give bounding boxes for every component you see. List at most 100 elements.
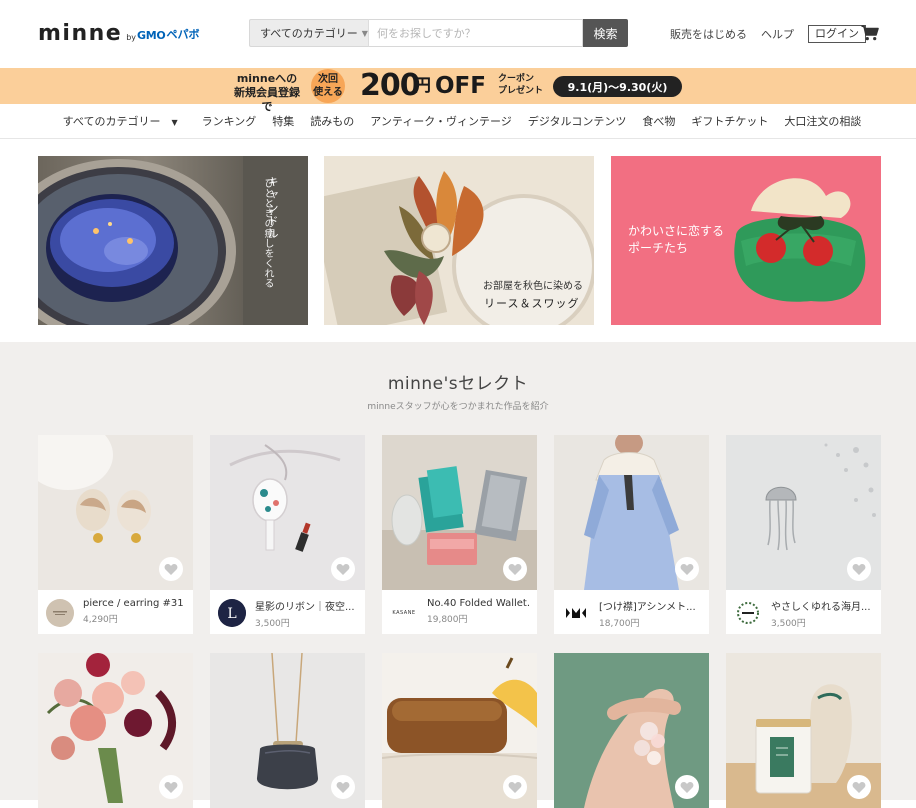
nav-all-categories[interactable]: すべてのカテゴリー ▼: [55, 113, 186, 129]
product-card[interactable]: [554, 653, 709, 808]
favorite-button[interactable]: [503, 775, 527, 799]
favorite-button[interactable]: [847, 557, 871, 581]
promo-period-badge: 9.1(月)〜9.30(火): [553, 76, 682, 97]
product-info: pierce / earring #31 ... 4,290円: [38, 590, 193, 634]
heart-icon: [164, 563, 178, 575]
kasane-logo: KASANE: [392, 610, 416, 616]
product-info: L 星影のリボン｜夜空... 3,500円: [210, 590, 365, 634]
logo-text: minne: [38, 21, 123, 46]
product-price: 3,500円: [771, 619, 806, 629]
favorite-button[interactable]: [503, 557, 527, 581]
nav-food[interactable]: 食べ物: [642, 113, 675, 129]
product-info: [つけ襟]アシンメト... 18,700円: [554, 590, 709, 634]
help-link[interactable]: ヘルプ: [761, 26, 794, 42]
product-image[interactable]: [382, 435, 537, 590]
favorite-button[interactable]: [331, 775, 355, 799]
search-button[interactable]: 検索: [583, 19, 628, 47]
nav-digital-content[interactable]: デジタルコンテンツ: [528, 113, 627, 129]
product-card[interactable]: [210, 653, 365, 808]
heart-icon: [164, 781, 178, 793]
product-name[interactable]: やさしくゆれる海月...: [771, 598, 873, 613]
nav-bulk-order[interactable]: 大口注文の相談: [784, 113, 861, 129]
pouch-caption-line2: ポーチたち: [628, 241, 689, 255]
product-info: KASANE No.40 Folded Wallet... 19,800円: [382, 590, 537, 634]
favorite-button[interactable]: [675, 557, 699, 581]
shop-avatar[interactable]: KASANE: [390, 599, 418, 627]
candle-caption-main: キャンドル: [266, 176, 279, 241]
product-card[interactable]: [726, 653, 881, 808]
heart-icon: [508, 781, 522, 793]
product-image[interactable]: [554, 653, 709, 808]
favorite-button[interactable]: [159, 775, 183, 799]
heart-icon: [680, 781, 694, 793]
logo-by: by: [126, 33, 137, 42]
heart-icon: [852, 563, 866, 575]
feature-banner-pouch[interactable]: かわいさに恋する ポーチたち: [611, 156, 881, 325]
shop-avatar[interactable]: L: [218, 599, 246, 627]
feature-banner-wreath[interactable]: お部屋を秋色に染める リース＆スワッグ: [324, 156, 594, 325]
shop-avatar[interactable]: [46, 599, 74, 627]
svg-text:L: L: [227, 606, 236, 622]
product-image[interactable]: [210, 435, 365, 590]
nav-antique-vintage[interactable]: アンティーク・ヴィンテージ: [370, 113, 511, 129]
favorite-button[interactable]: [159, 557, 183, 581]
product-price: 3,500円: [255, 619, 290, 629]
logo-pepabo: ペパボ: [166, 28, 200, 41]
product-image[interactable]: [38, 653, 193, 808]
product-name[interactable]: 星影のリボン｜夜空...: [255, 598, 357, 613]
nav-articles[interactable]: 読みもの: [310, 113, 354, 129]
cart-icon[interactable]: [861, 25, 879, 41]
promo-line1: minneへの: [236, 72, 298, 85]
minnes-select-section: minne'sセレクト minneスタッフが心をつかまれた作品を紹介 pierc…: [0, 342, 916, 808]
shop-avatar[interactable]: [562, 599, 590, 627]
product-image[interactable]: [210, 653, 365, 808]
promo-yen: 円: [414, 76, 431, 96]
product-card[interactable]: [38, 653, 193, 808]
nav-all-categories-label: すべてのカテゴリー: [62, 115, 161, 128]
nav-features[interactable]: 特集: [272, 113, 294, 129]
wreath-caption-small: お部屋を秋色に染める: [483, 281, 583, 292]
feature-banners: ひとときの癒しをくれる キャンドル お部屋を秋色に染める リース＆スワッグ かわ…: [38, 156, 882, 325]
heart-icon: [852, 781, 866, 793]
product-name[interactable]: No.40 Folded Wallet...: [427, 598, 529, 609]
product-card[interactable]: [382, 653, 537, 808]
start-selling-link[interactable]: 販売をはじめる: [670, 26, 747, 42]
promo-amount: 200: [360, 68, 421, 103]
product-name[interactable]: [つけ襟]アシンメト...: [599, 598, 701, 613]
search-input[interactable]: [368, 19, 583, 47]
favorite-button[interactable]: [847, 775, 871, 799]
nav-ranking[interactable]: ランキング: [202, 113, 257, 129]
logo-gmo: GMO: [137, 29, 166, 42]
product-image[interactable]: [38, 435, 193, 590]
promo-coupon-label: クーポン プレゼント: [498, 73, 543, 97]
product-name[interactable]: pierce / earring #31 ...: [83, 598, 185, 609]
nav-gift-ticket[interactable]: ギフトチケット: [691, 113, 768, 129]
product-image[interactable]: [382, 653, 537, 808]
pouch-caption-line1: かわいさに恋する: [628, 224, 725, 238]
pouch-caption: かわいさに恋する ポーチたち: [628, 223, 724, 257]
promo-banner[interactable]: minneへの 新規会員登録で 次回 使える 200 円 OFF クーポン プレ…: [0, 68, 916, 113]
promo-circle-line2: 使える: [313, 87, 343, 98]
product-card[interactable]: pierce / earring #31 ... 4,290円: [38, 435, 193, 634]
search-category-label: すべてのカテゴリー: [260, 27, 358, 40]
product-price: 18,700円: [599, 619, 640, 629]
product-image[interactable]: [554, 435, 709, 590]
product-image[interactable]: [726, 653, 881, 808]
product-image[interactable]: [726, 435, 881, 590]
promo-coupon-line2: プレゼント: [498, 86, 544, 96]
product-card[interactable]: L 星影のリボン｜夜空... 3,500円: [210, 435, 365, 634]
favorite-button[interactable]: [331, 557, 355, 581]
heart-icon: [508, 563, 522, 575]
favorite-button[interactable]: [675, 775, 699, 799]
product-card[interactable]: KASANE No.40 Folded Wallet... 19,800円: [382, 435, 537, 634]
shop-avatar[interactable]: [734, 599, 762, 627]
header-links: 販売をはじめる ヘルプ ログイン: [670, 25, 866, 43]
section-subtitle: minneスタッフが心をつかまれた作品を紹介: [367, 402, 549, 412]
product-card[interactable]: [つけ襟]アシンメト... 18,700円: [554, 435, 709, 634]
product-card[interactable]: やさしくゆれる海月... 3,500円: [726, 435, 881, 634]
login-button[interactable]: ログイン: [808, 25, 866, 43]
feature-banner-candle[interactable]: ひとときの癒しをくれる キャンドル: [38, 156, 308, 325]
promo-off: OFF: [435, 73, 486, 99]
minne-logo[interactable]: minne by GMO ペパボ: [38, 23, 199, 45]
search-category-select[interactable]: すべてのカテゴリー ▼: [249, 19, 368, 47]
